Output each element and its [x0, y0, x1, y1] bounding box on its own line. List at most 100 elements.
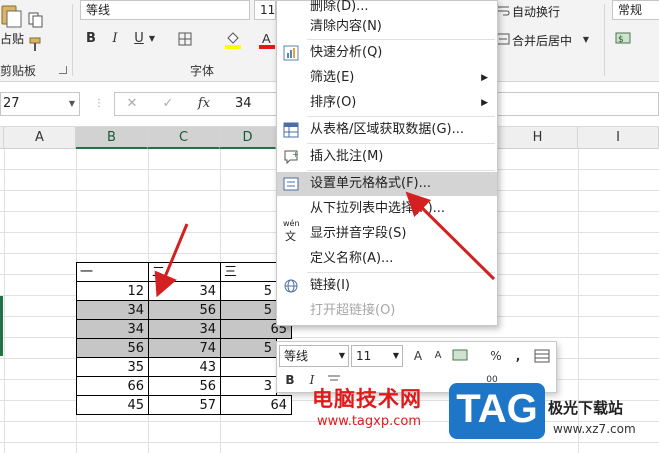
menu-item-define-name[interactable]: 定义名称(A)...: [277, 247, 497, 271]
mini-bold-button[interactable]: B: [281, 370, 299, 390]
paste-label[interactable]: 占贴: [0, 30, 24, 47]
menu-item-pick-from-list[interactable]: 从下拉列表中选择(K)...: [277, 197, 497, 221]
merge-center-icon[interactable]: [496, 32, 510, 46]
merge-dropdown-icon[interactable]: ▼: [580, 29, 592, 51]
menu-item-label: 从表格/区域获取数据(G)...: [310, 122, 464, 137]
font-name-value: 等线: [86, 3, 111, 17]
confirm-icon[interactable]: ✓: [153, 93, 183, 115]
table-cell[interactable]: 5: [220, 281, 277, 301]
menu-item-format-cells[interactable]: 设置单元格格式(F)...: [277, 172, 497, 196]
menu-item-label: 定义名称(A)...: [310, 251, 394, 266]
table-cell[interactable]: 64: [220, 395, 292, 415]
table-cell[interactable]: 56: [148, 376, 221, 396]
menu-item-get-data[interactable]: 从表格/区域获取数据(G)...: [277, 118, 497, 142]
menu-item-filter[interactable]: 筛选(E) ▶: [277, 66, 497, 90]
table-cell[interactable]: [220, 357, 277, 377]
font-size-value: 11: [260, 3, 276, 17]
chevron-down-icon: ▼: [392, 351, 399, 360]
comma-button[interactable]: ,: [509, 346, 527, 366]
mini-font-size-combo[interactable]: 11 ▼: [351, 345, 403, 367]
column-header-c[interactable]: C: [148, 127, 220, 149]
table-cell[interactable]: 74: [148, 338, 221, 358]
mini-font-size-value: 11: [356, 349, 372, 363]
table-cell[interactable]: 43: [148, 357, 221, 377]
font-name-combo[interactable]: 等线: [80, 0, 250, 20]
watermark-url: www.tagxp.com: [317, 414, 421, 429]
wrap-text-icon[interactable]: [496, 4, 510, 18]
table-cell[interactable]: 5: [220, 338, 277, 358]
bold-button[interactable]: B: [80, 28, 102, 50]
phonetic-char: 文: [285, 230, 296, 243]
cancel-icon[interactable]: ✕: [117, 93, 147, 115]
column-header-b[interactable]: B: [76, 127, 148, 149]
menu-item-label: 清除内容(N): [310, 19, 382, 34]
table-cell[interactable]: 34: [76, 319, 149, 339]
fill-color-icon[interactable]: [222, 28, 244, 50]
menu-separator: [307, 272, 495, 273]
insert-function-icon[interactable]: fx: [189, 93, 219, 115]
quick-analysis-icon: [283, 45, 299, 61]
table-cell[interactable]: 57: [148, 395, 221, 415]
context-menu: 删除(D)... 清除内容(N) 快速分析(Q) 筛选(E) ▶ 排序(O) ▶…: [276, 0, 498, 326]
table-header-cell[interactable]: 三: [220, 262, 277, 282]
menu-item-label: 快速分析(Q): [310, 45, 383, 60]
table-cell[interactable]: 34: [76, 300, 149, 320]
borders-icon[interactable]: [174, 28, 196, 50]
paste-icon[interactable]: [0, 2, 24, 30]
table-cell[interactable]: 66: [76, 376, 149, 396]
table-cell[interactable]: 56: [76, 338, 149, 358]
name-box[interactable]: 27 ▼: [0, 92, 80, 116]
chevron-down-icon: ▼: [338, 351, 345, 360]
mini-font-name-value: 等线: [284, 349, 309, 363]
accounting-format-icon[interactable]: $: [614, 30, 636, 48]
table-icon: [283, 122, 299, 138]
accounting-format-icon[interactable]: [451, 346, 473, 366]
font-group-label: 字体: [190, 64, 215, 78]
table-cell[interactable]: 56: [148, 300, 221, 320]
submenu-arrow-icon: ▶: [481, 73, 488, 83]
merge-center-button[interactable]: 合并后居中: [512, 32, 572, 49]
watermark-title: 电脑技术网: [312, 387, 422, 411]
menu-item-quick-analysis[interactable]: 快速分析(Q): [277, 41, 497, 65]
font-size-combo[interactable]: 11: [254, 0, 276, 20]
table-cell[interactable]: 45: [76, 395, 149, 415]
menu-item-insert-comment[interactable]: + 插入批注(M): [277, 145, 497, 169]
column-header-h[interactable]: H: [498, 127, 578, 149]
ribbon-divider: [72, 4, 73, 76]
column-header-d[interactable]: D: [220, 127, 276, 149]
table-cell[interactable]: 12: [76, 281, 149, 301]
number-format-combo[interactable]: 常规: [612, 0, 659, 20]
shrink-font-button[interactable]: A: [429, 346, 447, 366]
table-header-cell[interactable]: 一: [76, 262, 149, 282]
underline-dropdown-icon[interactable]: ▼: [146, 28, 158, 50]
column-header-a[interactable]: A: [4, 127, 76, 149]
grid-line: [0, 442, 659, 443]
watermark-site-name: 极光下载站: [548, 399, 624, 417]
menu-item-phonetic[interactable]: wén 文 显示拼音字段(S): [277, 219, 497, 246]
menu-item-link[interactable]: 链接(I): [277, 274, 497, 298]
table-cell[interactable]: 34: [148, 319, 221, 339]
menu-separator: [307, 39, 495, 40]
grow-font-button[interactable]: A: [409, 346, 427, 366]
menu-item-label: 排序(O): [310, 95, 357, 110]
italic-button[interactable]: I: [104, 28, 126, 50]
wrap-text-button[interactable]: 自动换行: [512, 3, 560, 20]
menu-item-clear-contents[interactable]: 清除内容(N): [277, 15, 497, 39]
mini-font-name-combo[interactable]: 等线 ▼: [279, 345, 349, 367]
name-box-value: 27: [3, 96, 20, 111]
table-header-cell[interactable]: 二: [148, 262, 221, 282]
dialog-launcher-icon[interactable]: [59, 66, 67, 74]
format-painter-icon[interactable]: [28, 36, 46, 52]
table-cell[interactable]: 3: [220, 376, 277, 396]
font-color-icon[interactable]: A: [256, 28, 278, 50]
copy-icon[interactable]: [28, 12, 44, 28]
menu-item-open-hyperlink[interactable]: 打开超链接(O): [277, 299, 497, 323]
table-cell[interactable]: 35: [76, 357, 149, 377]
chevron-down-icon[interactable]: ▼: [69, 93, 75, 115]
percent-button[interactable]: %: [487, 346, 505, 366]
column-header-i[interactable]: I: [578, 127, 659, 149]
menu-item-sort[interactable]: 排序(O) ▶: [277, 91, 497, 115]
table-cell[interactable]: 5: [220, 300, 277, 320]
table-cell[interactable]: 34: [148, 281, 221, 301]
format-table-icon[interactable]: [533, 346, 551, 366]
